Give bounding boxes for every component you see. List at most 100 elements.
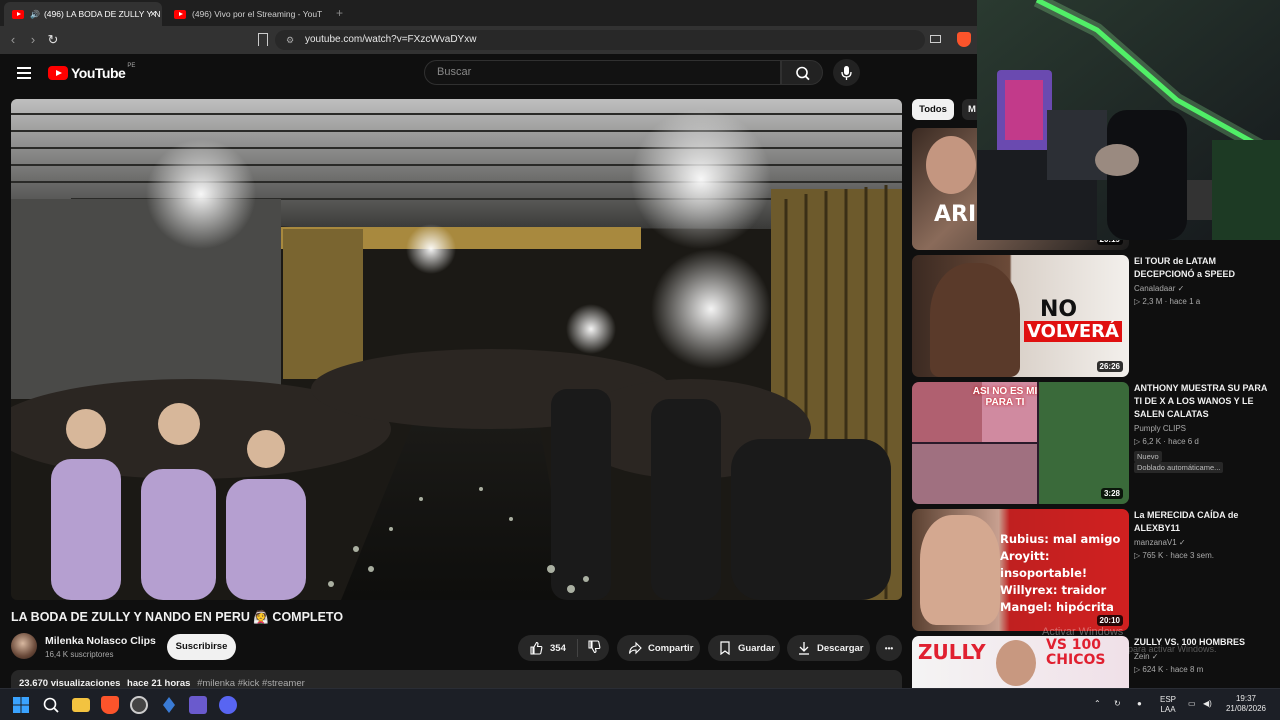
url-field[interactable]: ⚙ youtube.com/watch?v=FXzcWvaDYxw — [275, 30, 925, 50]
network-icon[interactable]: ▭ — [1188, 699, 1196, 709]
activate-windows-watermark: Activar Windows — [1042, 626, 1124, 638]
recommended-thumbnail[interactable]: Rubius: mal amigo Aroyitt: insoportable!… — [912, 509, 1129, 631]
thumb-line: Rubius: mal amigo — [1000, 532, 1121, 546]
like-button[interactable]: 354 — [518, 639, 578, 657]
thumbs-up-icon — [530, 641, 543, 655]
date: 21/08/2026 — [1225, 704, 1267, 713]
channel-name[interactable]: Pumply CLIPS — [1134, 424, 1186, 433]
hamburger-menu-icon[interactable] — [17, 67, 31, 79]
bookmark-icon — [720, 641, 730, 655]
subscribe-button[interactable]: Suscribirse — [167, 634, 236, 660]
close-icon[interactable]: × — [150, 9, 156, 20]
tab-label: (496) Vivo por el Streaming - YouTub — [192, 9, 322, 19]
search-icon — [796, 66, 810, 81]
thumb-line: Mangel: hipócrita — [1000, 600, 1114, 614]
cast-icon[interactable] — [930, 35, 941, 43]
face-thumbnail — [996, 640, 1036, 686]
file-explorer-icon[interactable] — [72, 698, 90, 712]
url-text: youtube.com/watch?v=FXzcWvaDYxw — [305, 34, 477, 45]
video-title: LA BODA DE ZULLY Y NANDO EN PERU 👰 COMPL… — [11, 610, 344, 624]
recommended-thumbnail[interactable]: ASI NO ES MI PARA TI 3:28 — [912, 382, 1129, 504]
thumb-text-vs: VS 100 CHICOS — [1046, 637, 1106, 668]
tab-streaming[interactable]: (496) Vivo por el Streaming - YouTub — [166, 2, 322, 26]
video-meta: ▷ 2,3 M · hace 1 a — [1134, 297, 1201, 306]
microphone-icon[interactable]: ● — [1137, 699, 1142, 709]
youtube-logo[interactable]: YouTube PE — [48, 63, 136, 81]
youtube-favicon-icon — [12, 9, 24, 19]
search-button[interactable] — [781, 60, 823, 85]
video-title-link[interactable]: El TOUR de LATAM DECEPCIONÓ a SPEED — [1134, 255, 1274, 281]
face-thumbnail — [1039, 382, 1129, 504]
recommended-thumbnail[interactable]: ZULLY VS 100 CHICOS — [912, 636, 1129, 688]
channel-name[interactable]: Canaladaar ✓ — [1134, 284, 1184, 293]
keyboard-layout: LAA — [1160, 705, 1176, 714]
thumb-text-no: NO — [1040, 297, 1078, 322]
download-label: Descargar — [817, 642, 864, 654]
browser-toolbar: ‹ › ↻ ⚙ youtube.com/watch?v=FXzcWvaDYxw — [0, 26, 977, 54]
download-button[interactable]: Descargar — [787, 635, 870, 661]
chevron-up-icon[interactable]: ⌃ — [1094, 699, 1101, 709]
clock[interactable]: 19:37 21/08/2026 — [1224, 694, 1268, 714]
youtube-favicon-icon — [174, 9, 186, 19]
more-actions-button[interactable]: ••• — [876, 635, 902, 661]
thumb-line: Aroyitt: insoportable! — [1000, 549, 1088, 580]
thumb-text: ASI NO ES MI PARA TI — [972, 386, 1038, 408]
save-button[interactable]: Guardar — [708, 635, 780, 661]
share-button[interactable]: Compartir — [617, 635, 700, 661]
dislike-button[interactable] — [578, 639, 601, 657]
new-tab-button[interactable]: + — [336, 6, 343, 20]
video-meta: ▷ 624 K · hace 8 m — [1134, 665, 1204, 674]
windows-start-icon[interactable] — [12, 696, 30, 714]
speaker-icon: 🔊 — [30, 9, 40, 19]
brave-shield-icon[interactable] — [957, 32, 971, 47]
obs-icon[interactable] — [130, 696, 148, 714]
language-code: ESP — [1159, 695, 1176, 704]
save-label: Guardar — [738, 642, 775, 654]
share-label: Compartir — [648, 642, 694, 654]
grid-app-icon[interactable] — [189, 696, 207, 714]
chip-all[interactable]: Todos — [912, 99, 954, 120]
volume-icon[interactable]: ◀) — [1203, 699, 1212, 709]
bookmark-icon[interactable] — [258, 33, 268, 46]
back-arrow-icon[interactable]: ‹ — [5, 32, 21, 47]
voice-search-button[interactable] — [833, 59, 860, 86]
face-thumbnail — [920, 515, 1000, 625]
webcam-frame — [977, 0, 1280, 240]
share-arrow-icon — [628, 641, 642, 655]
reload-icon[interactable]: ↻ — [45, 32, 61, 48]
duration-badge: 3:28 — [1100, 488, 1123, 499]
app-icon[interactable] — [160, 696, 178, 714]
site-info-icon[interactable]: ⚙ — [286, 30, 294, 50]
activate-windows-subtext: para activar Windows. — [1128, 644, 1217, 654]
brave-browser-icon[interactable] — [101, 696, 119, 714]
thumb-line: Willyrex: traidor — [1000, 583, 1107, 597]
video-title-link[interactable]: ANTHONY MUESTRA SU PARA TI DE X A LOS WA… — [1134, 382, 1274, 421]
browser-tab-bar: 🔊 (496) LA BODA DE ZULLY Y N × (496) Viv… — [0, 0, 977, 26]
face-thumbnail — [930, 263, 1020, 377]
thumb-text-zully: ZULLY — [918, 640, 986, 664]
sync-icon[interactable]: ↻ — [1114, 699, 1121, 709]
video-frame — [11, 99, 902, 600]
channel-name[interactable]: manzanaV1 ✓ — [1134, 538, 1186, 547]
channel-avatar[interactable] — [11, 633, 37, 659]
recommended-thumbnail[interactable]: NO VOLVERÁ 26:26 — [912, 255, 1129, 377]
discord-icon[interactable] — [219, 696, 237, 714]
country-code: PE — [127, 63, 136, 69]
forward-arrow-icon[interactable]: › — [25, 32, 41, 47]
tab-wedding-video[interactable]: 🔊 (496) LA BODA DE ZULLY Y N × — [4, 2, 162, 26]
time: 19:37 — [1235, 694, 1257, 703]
face-thumbnail — [912, 444, 1037, 504]
language-indicator[interactable]: ESP LAA — [1157, 695, 1179, 715]
search-icon[interactable] — [42, 696, 60, 714]
windows-taskbar: ⌃ ↻ ● ESP LAA ▭ ◀) 19:37 21/08/2026 — [0, 688, 1280, 720]
subscriber-count: 16,4 K suscriptores — [45, 650, 114, 659]
new-badge: Nuevo — [1134, 451, 1162, 462]
thumb-text: ARI — [934, 202, 977, 227]
duration-badge: 26:26 — [1096, 361, 1123, 372]
channel-name[interactable]: Milenka Nolasco Clips — [45, 635, 156, 647]
video-player[interactable] — [11, 99, 902, 600]
video-title-link[interactable]: La MERECIDA CAÍDA de ALEXBY11 — [1134, 509, 1274, 535]
microphone-icon — [841, 66, 852, 80]
search-input[interactable]: Buscar — [424, 60, 781, 85]
youtube-play-icon — [48, 66, 68, 80]
